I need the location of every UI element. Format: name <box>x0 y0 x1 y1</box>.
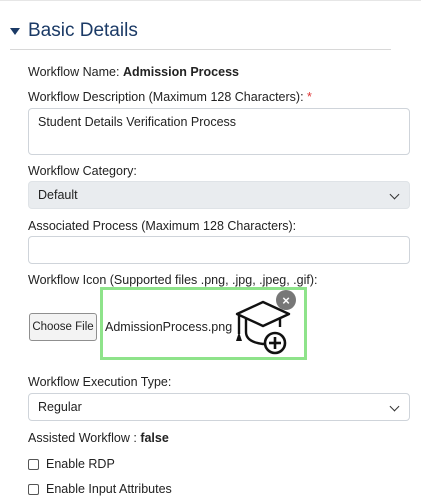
workflow-description-label: Workflow Description (Maximum 128 Charac… <box>28 90 304 104</box>
section-toggle[interactable]: Basic Details <box>10 17 138 45</box>
enable-input-attributes-row[interactable]: Enable Input Attributes <box>28 482 172 496</box>
top-divider <box>0 0 421 1</box>
caret-down-icon <box>10 27 20 35</box>
workflow-name-label: Workflow Name: <box>28 65 120 79</box>
execution-type-value: Regular <box>38 400 82 414</box>
workflow-icon-label: Workflow Icon (Supported files .png, .jp… <box>28 273 318 287</box>
workflow-description-value: Student Details Verification Process <box>38 115 237 129</box>
chevron-down-icon <box>389 401 400 412</box>
section-divider <box>10 49 391 50</box>
associated-process-label: Associated Process (Maximum 128 Characte… <box>28 219 297 233</box>
selected-file-name: AdmissionProcess.png <box>105 320 233 334</box>
enable-rdp-checkbox[interactable] <box>28 458 39 470</box>
workflow-name-row: Workflow Name: Admission Process <box>28 65 239 79</box>
section-title: Basic Details <box>28 20 138 41</box>
chevron-down-icon <box>389 189 400 200</box>
workflow-description-label-row: Workflow Description (Maximum 128 Charac… <box>28 90 312 104</box>
choose-file-button[interactable]: Choose File <box>29 313 97 341</box>
workflow-name-value: Admission Process <box>122 65 239 79</box>
enable-input-attributes-label: Enable Input Attributes <box>46 482 172 496</box>
execution-type-select[interactable]: Regular <box>28 393 410 421</box>
assisted-workflow-label: Assisted Workflow : <box>28 431 137 445</box>
associated-process-input[interactable] <box>28 236 410 264</box>
workflow-category-select[interactable]: Default <box>28 181 410 209</box>
workflow-description-textarea[interactable]: Student Details Verification Process <box>28 108 410 155</box>
assisted-workflow-row: Assisted Workflow : false <box>28 431 169 445</box>
required-marker: * <box>307 90 312 104</box>
workflow-category-label: Workflow Category: <box>28 164 137 178</box>
remove-icon-button[interactable]: × <box>276 290 296 310</box>
enable-rdp-label: Enable RDP <box>46 457 115 471</box>
workflow-category-value: Default <box>38 188 78 202</box>
assisted-workflow-value: false <box>140 431 169 445</box>
enable-rdp-row[interactable]: Enable RDP <box>28 457 115 471</box>
execution-type-label: Workflow Execution Type: <box>28 375 172 389</box>
